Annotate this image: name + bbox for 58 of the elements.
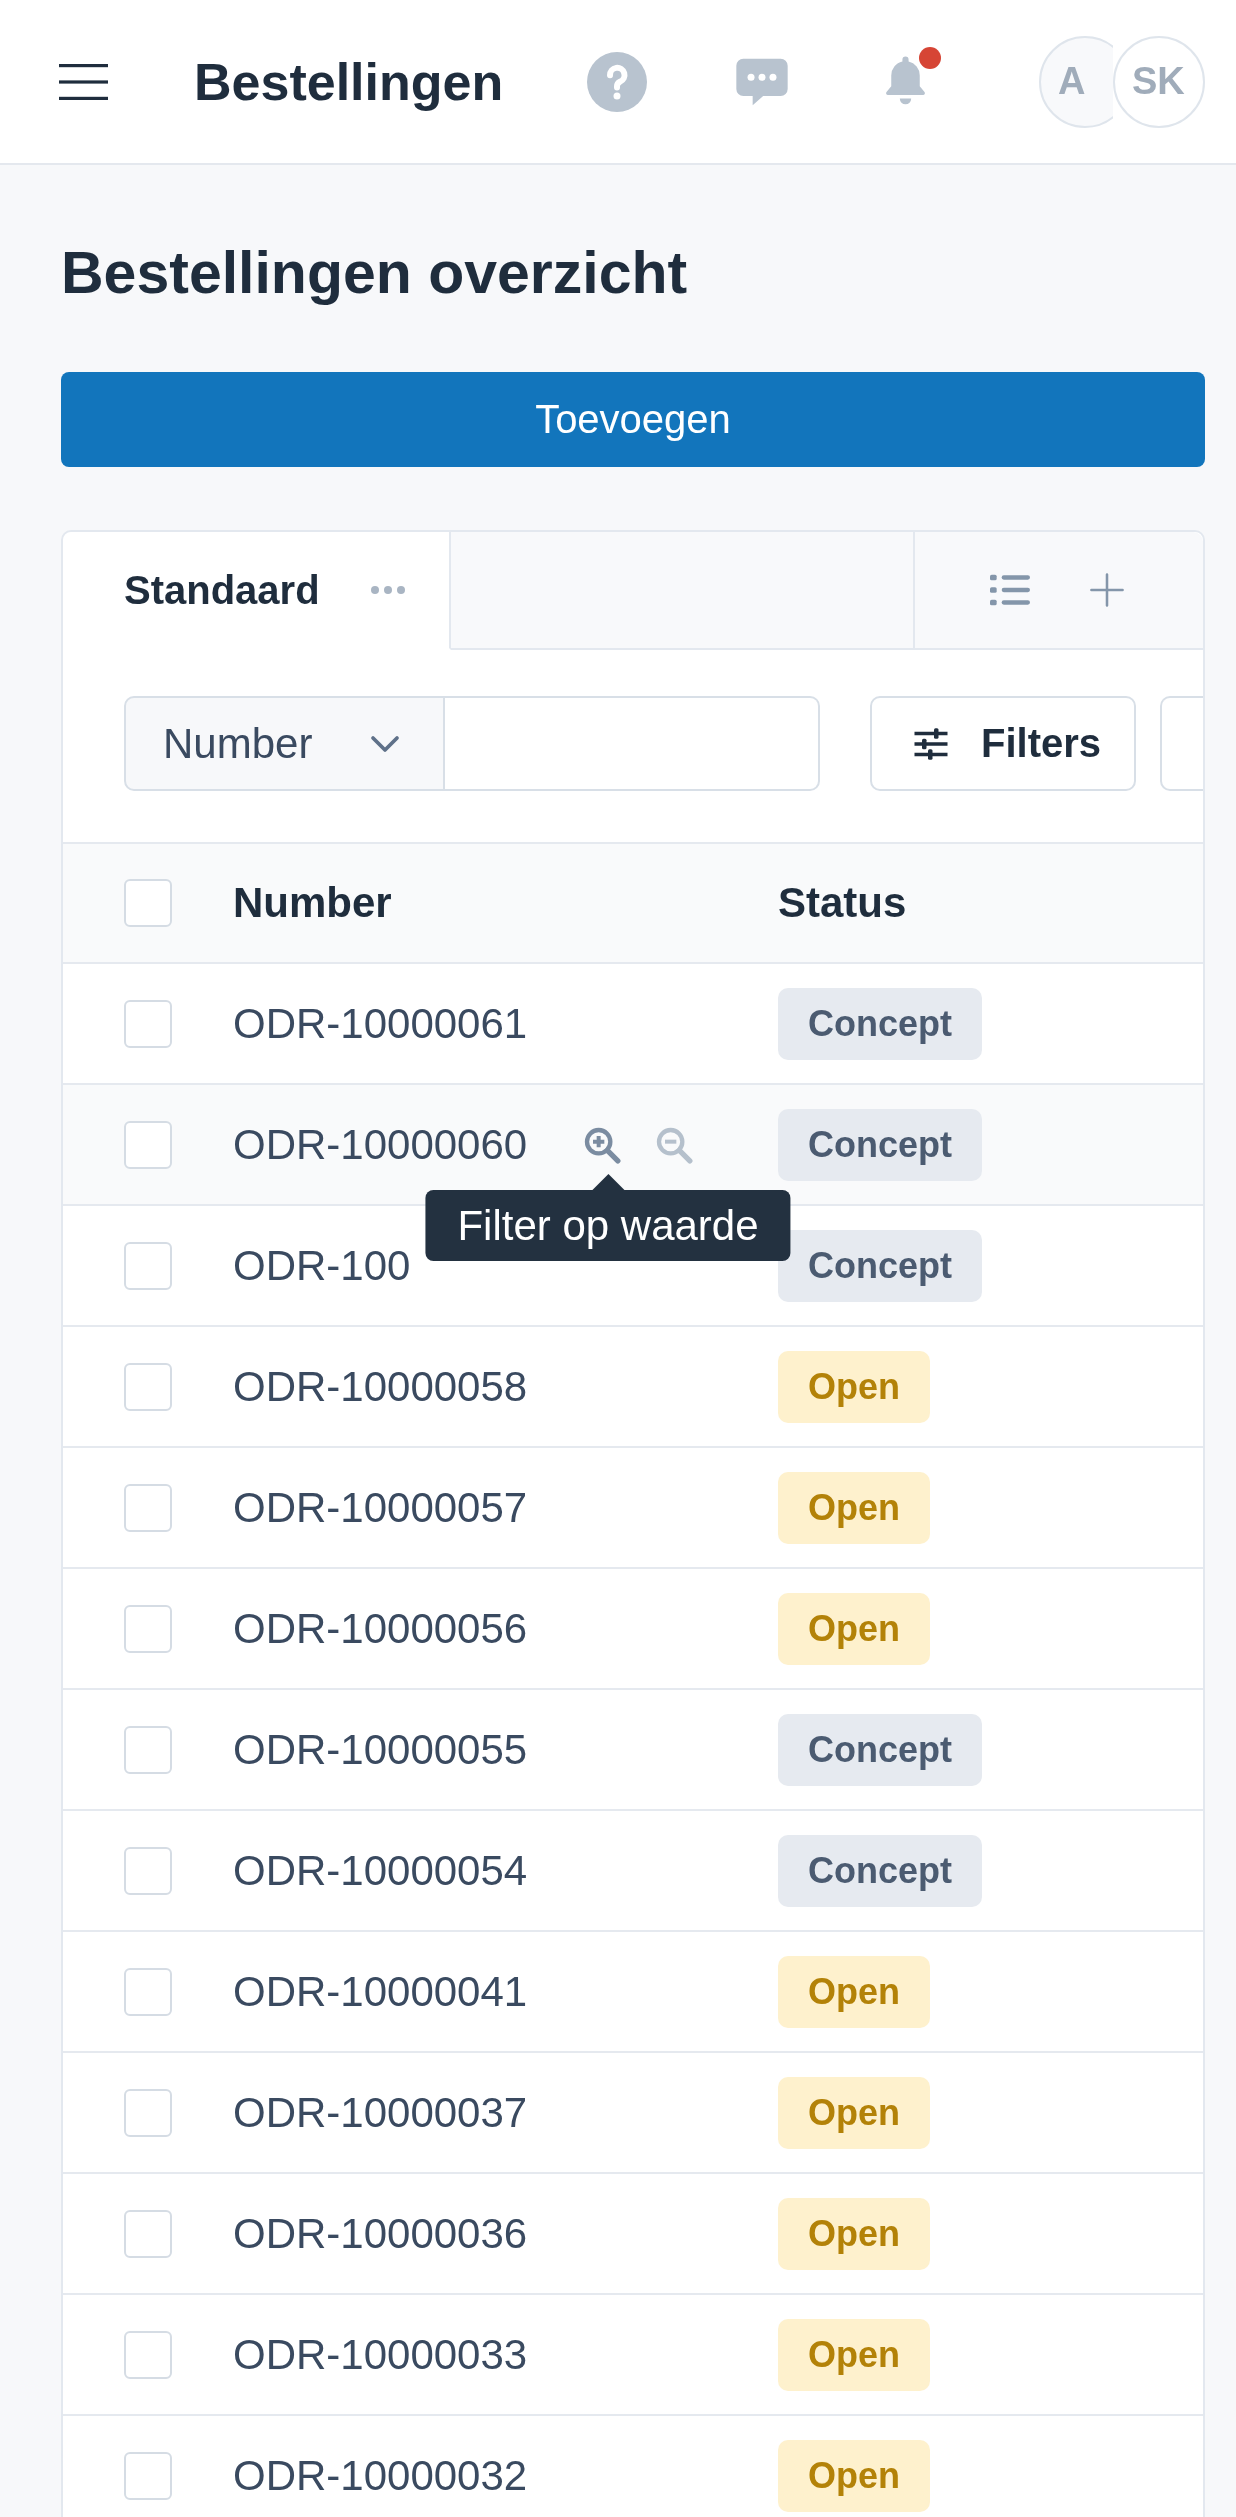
table-cell: ODR-10000055	[233, 1725, 528, 1774]
status-badge: Open	[778, 1350, 930, 1423]
status-badge: Open	[778, 2439, 930, 2512]
status-badge: Concept	[778, 1834, 982, 1907]
status-badge: Concept	[778, 1713, 982, 1786]
row-checkbox[interactable]	[124, 999, 172, 1048]
status-badge: Open	[778, 2076, 930, 2149]
row-checkbox[interactable]	[124, 2209, 172, 2258]
menu-icon[interactable]	[59, 63, 108, 100]
status-badge: Open	[778, 2318, 930, 2391]
table-cell: ODR-10000033	[233, 2330, 528, 2379]
column-header[interactable]: Status	[778, 879, 907, 927]
status-badge: Concept	[778, 1108, 982, 1181]
page-title: Bestellingen overzicht	[61, 239, 689, 308]
row-checkbox[interactable]	[124, 1483, 172, 1532]
row-checkbox[interactable]	[124, 2330, 172, 2379]
status-badge: Concept	[778, 987, 982, 1060]
status-badge: Open	[778, 2197, 930, 2270]
app-title: Bestellingen	[194, 51, 504, 112]
sliders-icon	[913, 726, 949, 761]
plus-icon[interactable]	[1090, 573, 1124, 607]
table-cell: ODR-10000041	[233, 1967, 528, 2016]
status-badge: Open	[778, 1955, 930, 2028]
search-field[interactable]	[445, 696, 820, 791]
tooltip: Filter op waarde	[425, 1174, 791, 1261]
table-cell: ODR-10000036	[233, 2209, 528, 2258]
field-select[interactable]: Number	[124, 696, 445, 791]
table-cell: ODR-100	[233, 1241, 411, 1290]
row-checkbox[interactable]	[124, 1846, 172, 1895]
list-icon[interactable]	[990, 573, 1030, 607]
status-badge: Concept	[778, 1229, 982, 1302]
table-cell: ODR-10000057	[233, 1483, 528, 1532]
table-cell: ODR-10000037	[233, 2088, 528, 2137]
row-checkbox[interactable]	[124, 1967, 172, 2016]
status-badge: Open	[778, 1471, 930, 1544]
row-checkbox[interactable]	[124, 1120, 172, 1169]
table-cell: ODR-10000058	[233, 1362, 528, 1411]
row-checkbox[interactable]	[124, 1362, 172, 1411]
table-cell: ODR-10000054	[233, 1846, 528, 1895]
row-checkbox[interactable]	[124, 2451, 172, 2500]
row-checkbox[interactable]	[124, 2088, 172, 2137]
row-checkbox[interactable]	[124, 1725, 172, 1774]
add-button[interactable]: Toevoegen	[61, 372, 1205, 467]
status-badge: Open	[778, 1592, 930, 1665]
select-all-checkbox[interactable]	[124, 879, 172, 927]
row-checkbox[interactable]	[124, 1241, 172, 1290]
row-checkbox[interactable]	[124, 1604, 172, 1653]
table-cell: ODR-10000060	[233, 1120, 528, 1169]
table-cell: ODR-10000056	[233, 1604, 528, 1653]
toolbar-button[interactable]	[1160, 696, 1203, 791]
chevron-down-icon	[369, 733, 402, 754]
table-cell: ODR-10000032	[233, 2451, 528, 2500]
filters-button[interactable]: Filters	[870, 696, 1136, 791]
table-row[interactable]: ODR-10000060 Concept	[63, 1085, 1203, 1206]
column-header[interactable]: Number	[233, 879, 392, 927]
more-icon[interactable]	[369, 585, 406, 595]
table-cell: ODR-10000061	[233, 999, 528, 1048]
help-icon[interactable]	[587, 51, 647, 112]
